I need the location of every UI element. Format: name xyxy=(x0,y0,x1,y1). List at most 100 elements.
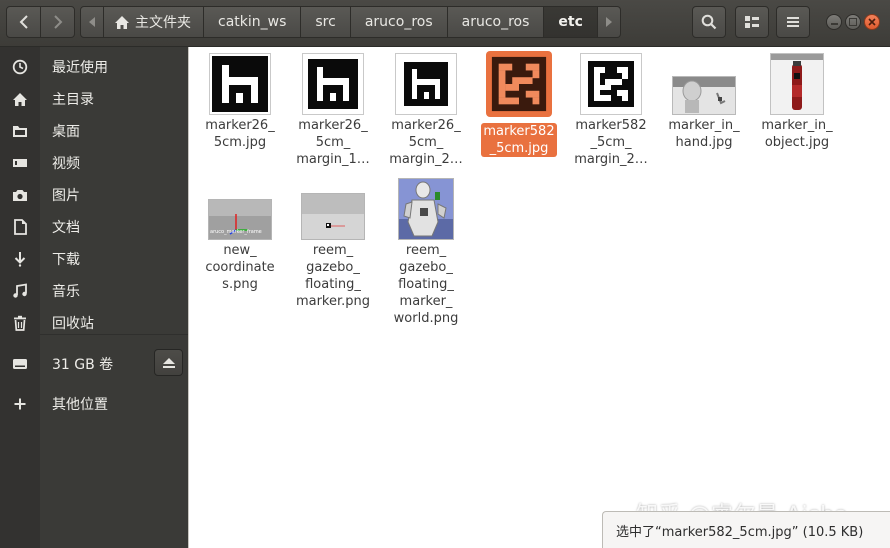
sidebar-item-videos[interactable]: 视频 xyxy=(0,147,188,179)
triangle-right-icon xyxy=(605,17,612,27)
file-name: marker26_ 5cm_ margin_2… xyxy=(389,118,463,167)
sidebar-item-label: 桌面 xyxy=(52,124,80,140)
sidebar-item-label: 回收站 xyxy=(52,316,94,332)
crumb-label: etc xyxy=(558,14,583,30)
crumb-aruco-ros-2[interactable]: aruco_ros xyxy=(447,6,545,38)
chevron-left-icon xyxy=(19,15,28,29)
status-overlay: 选中了“marker582_5cm.jpg” (10.5 KB) xyxy=(602,511,890,548)
clock-icon xyxy=(12,59,28,75)
path-scroll-right[interactable] xyxy=(597,6,621,38)
file-item[interactable]: marker26_ 5cm_ margin_2… xyxy=(380,53,472,168)
render-thumbnail xyxy=(301,193,365,240)
sidebar-item-recent[interactable]: 最近使用 xyxy=(0,51,188,83)
list-view-icon xyxy=(745,16,759,28)
file-item[interactable]: marker26_ 5cm_ margin_1… xyxy=(287,53,379,168)
home-icon xyxy=(115,15,129,29)
file-name: reem_ gazebo_ floating_ marker_ world.pn… xyxy=(393,243,459,326)
status-text: 选中了“marker582_5cm.jpg” (10.5 KB) xyxy=(616,524,864,540)
triangle-left-icon xyxy=(89,17,95,27)
file-grid: marker26_ 5cm.jpg marker26_ 5cm_ margin_… xyxy=(189,47,890,548)
file-name: marker26_ 5cm_ margin_1… xyxy=(296,118,370,167)
file-name: reem_ gazebo_ floating_ marker.png xyxy=(295,243,371,309)
file-item[interactable]: aruco_marker_frame new_ coordinate s.png xyxy=(194,178,286,293)
home-icon xyxy=(13,92,27,106)
crumb-label: src xyxy=(315,14,336,30)
crumb-etc[interactable]: etc xyxy=(544,6,598,38)
path-scroll-left[interactable] xyxy=(80,6,104,38)
plus-icon xyxy=(14,398,26,410)
close-button[interactable] xyxy=(864,14,880,30)
file-name: marker_in_ hand.jpg xyxy=(668,118,740,150)
forward-button[interactable] xyxy=(40,6,75,38)
folder-icon xyxy=(13,126,27,137)
crumb-home-label: 主文件夹 xyxy=(135,15,191,31)
eject-button[interactable] xyxy=(154,349,183,376)
sidebar-item-label: 视频 xyxy=(52,156,80,172)
menu-button[interactable] xyxy=(776,6,810,38)
sidebar-item-label: 下载 xyxy=(52,252,80,268)
sidebar-item-label: 图片 xyxy=(52,188,80,204)
photo-thumbnail xyxy=(770,53,824,115)
sidebar-item-label: 主目录 xyxy=(52,92,94,108)
close-icon xyxy=(868,18,876,26)
marker-thumbnail xyxy=(580,53,642,115)
file-name: marker582 _5cm_ margin_2… xyxy=(574,118,648,167)
sidebar-divider xyxy=(40,334,188,335)
sidebar-item-music[interactable]: 音乐 xyxy=(0,275,188,307)
search-icon xyxy=(701,14,717,30)
maximize-icon xyxy=(849,18,857,26)
crumb-aruco-ros-1[interactable]: aruco_ros xyxy=(350,6,448,38)
crumb-home[interactable]: 主文件夹 xyxy=(104,6,204,38)
crumb-label: aruco_ros xyxy=(364,14,433,30)
file-item[interactable]: marker_in_ hand.jpg xyxy=(658,53,750,151)
crumb-catkin-ws[interactable]: catkin_ws xyxy=(204,6,302,38)
trash-icon xyxy=(14,315,26,331)
sidebar-item-downloads[interactable]: 下载 xyxy=(0,243,188,275)
minimize-button[interactable] xyxy=(826,14,842,30)
maximize-button[interactable] xyxy=(845,14,861,30)
sidebar-item-home[interactable]: 主目录 xyxy=(0,83,188,115)
sidebar-item-label: 31 GB 卷 xyxy=(52,357,114,373)
file-item[interactable]: reem_ gazebo_ floating_ marker_ world.pn… xyxy=(380,178,472,327)
marker-thumbnail xyxy=(209,53,271,115)
file-name: marker26_ 5cm.jpg xyxy=(205,118,275,150)
back-button[interactable] xyxy=(6,6,41,38)
music-icon xyxy=(13,283,27,298)
sidebar-item-pictures[interactable]: 图片 xyxy=(0,179,188,211)
thumb-caption: aruco_marker_frame xyxy=(210,229,262,235)
eject-icon xyxy=(162,357,175,368)
video-icon xyxy=(13,159,27,167)
file-item[interactable]: marker_in_ object.jpg xyxy=(751,53,843,151)
minimize-icon xyxy=(830,22,838,25)
crumb-label: aruco_ros xyxy=(461,14,530,30)
sidebar-item-label: 音乐 xyxy=(52,284,80,300)
path-bar: 主文件夹 catkin_ws src aruco_ros aruco_ros e… xyxy=(80,6,621,38)
sidebar-item-label: 最近使用 xyxy=(52,60,108,76)
selection-highlight xyxy=(486,51,552,117)
search-button[interactable] xyxy=(692,6,726,38)
sidebar-item-desktop[interactable]: 桌面 xyxy=(0,115,188,147)
drive-icon xyxy=(13,359,27,369)
file-name: new_ coordinate s.png xyxy=(205,243,275,292)
photo-thumbnail xyxy=(672,76,736,115)
header-bar: 主文件夹 catkin_ws src aruco_ros aruco_ros e… xyxy=(0,0,890,47)
camera-icon xyxy=(13,190,27,201)
download-icon xyxy=(14,252,26,267)
view-options-button[interactable] xyxy=(735,6,769,38)
marker-thumbnail xyxy=(395,53,457,115)
marker-thumbnail xyxy=(302,53,364,115)
file-item[interactable]: reem_ gazebo_ floating_ marker.png xyxy=(287,178,379,310)
file-item[interactable]: marker26_ 5cm.jpg xyxy=(194,53,286,151)
crumb-label: catkin_ws xyxy=(218,14,287,30)
crumb-src[interactable]: src xyxy=(301,6,351,38)
marker-thumbnail xyxy=(489,54,549,114)
sidebar-item-other-locations[interactable]: 其他位置 xyxy=(0,388,188,420)
file-item[interactable]: marker582 _5cm_ margin_2… xyxy=(565,53,657,168)
sidebar-item-label: 文档 xyxy=(52,220,80,236)
sidebar-item-documents[interactable]: 文档 xyxy=(0,211,188,243)
file-item-selected[interactable]: marker582 _5cm.jpg xyxy=(473,51,565,157)
file-name: marker_in_ object.jpg xyxy=(761,118,833,150)
render-thumbnail xyxy=(398,178,454,240)
chevron-right-icon xyxy=(53,15,62,29)
render-thumbnail: aruco_marker_frame xyxy=(208,199,272,240)
